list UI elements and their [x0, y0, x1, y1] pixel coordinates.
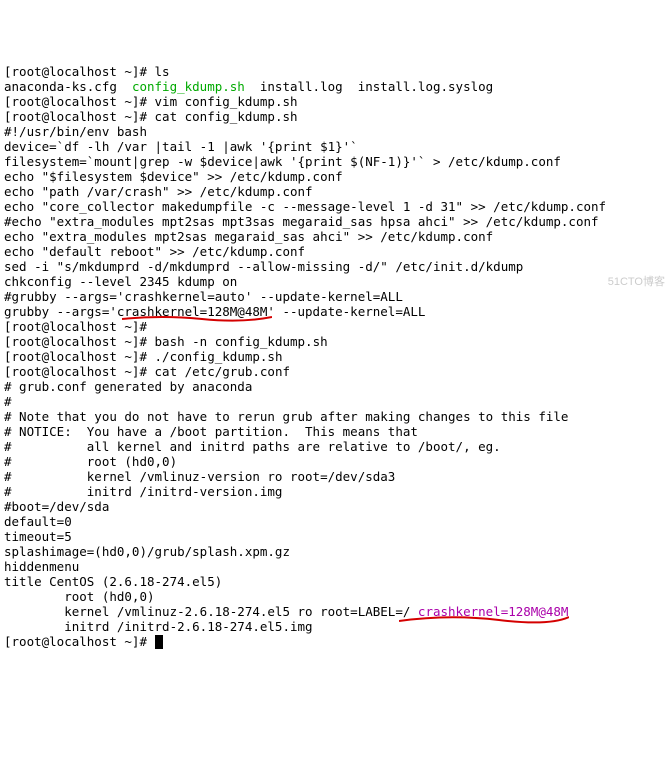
text-cursor — [155, 635, 163, 649]
command-text: cat config_kdump.sh — [155, 109, 298, 124]
ls-file: install.log install.log.syslog — [245, 79, 493, 94]
shell-prompt: [root@localhost ~]# — [4, 364, 147, 379]
grub-line: # root (hd0,0) — [4, 454, 667, 469]
grub-line: #boot=/dev/sda — [4, 499, 667, 514]
grub-line: # all kernel and initrd paths are relati… — [4, 439, 667, 454]
grub-line: # — [4, 394, 667, 409]
script-line: echo "$filesystem $device" >> /etc/kdump… — [4, 169, 667, 184]
grub-line: root (hd0,0) — [4, 589, 667, 604]
shell-prompt: [root@localhost ~]# — [4, 634, 147, 649]
script-line: #grubby --args='crashkernel=auto' --upda… — [4, 289, 667, 304]
grub-line: hiddenmenu — [4, 559, 667, 574]
script-line: sed -i "s/mkdumprd -d/mkdumprd --allow-m… — [4, 259, 667, 274]
script-line: filesystem=`mount|grep -w $device|awk '{… — [4, 154, 667, 169]
shell-prompt: [root@localhost ~]# — [4, 94, 147, 109]
script-line: echo "core_collector makedumpfile -c --m… — [4, 199, 667, 214]
command-text: vim config_kdump.sh — [155, 94, 298, 109]
script-line: grubby --args='crashkernel=128M@48M' --u… — [4, 304, 667, 319]
grub-line: # Note that you do not have to rerun gru… — [4, 409, 667, 424]
grub-line: # grub.conf generated by anaconda — [4, 379, 667, 394]
grub-line: default=0 — [4, 514, 667, 529]
grub-line: initrd /initrd-2.6.18-274.el5.img — [4, 619, 667, 634]
script-line: echo "path /var/crash" >> /etc/kdump.con… — [4, 184, 667, 199]
script-line: chkconfig --level 2345 kdump on — [4, 274, 667, 289]
grub-line: kernel /vmlinuz-2.6.18-274.el5 ro root=L… — [4, 604, 667, 619]
script-line: device=`df -lh /var |tail -1 |awk '{prin… — [4, 139, 667, 154]
script-line: echo "default reboot" >> /etc/kdump.conf — [4, 244, 667, 259]
shell-prompt: [root@localhost ~]# — [4, 349, 147, 364]
grub-line: title CentOS (2.6.18-274.el5) — [4, 574, 667, 589]
command-text: ./config_kdump.sh — [155, 349, 283, 364]
grub-line: timeout=5 — [4, 529, 667, 544]
command-text: ls — [155, 64, 170, 79]
grub-crashkernel-param: crashkernel=128M@48M — [418, 604, 569, 619]
ls-file: anaconda-ks.cfg — [4, 79, 132, 94]
shell-prompt: [root@localhost ~]# — [4, 319, 147, 334]
script-line: #!/usr/bin/env bash — [4, 124, 667, 139]
grub-line: # initrd /initrd-version.img — [4, 484, 667, 499]
shell-prompt: [root@localhost ~]# — [4, 109, 147, 124]
ls-file-executable: config_kdump.sh — [132, 79, 245, 94]
script-line: echo "extra_modules mpt2sas megaraid_sas… — [4, 229, 667, 244]
grub-line: splashimage=(hd0,0)/grub/splash.xpm.gz — [4, 544, 667, 559]
grub-line: # kernel /vmlinuz-version ro root=/dev/s… — [4, 469, 667, 484]
command-text: bash -n config_kdump.sh — [155, 334, 328, 349]
shell-prompt: [root@localhost ~]# — [4, 334, 147, 349]
terminal-output[interactable]: [root@localhost ~]# ls anaconda-ks.cfg co… — [4, 64, 667, 649]
command-text: cat /etc/grub.conf — [155, 364, 290, 379]
script-line: #echo "extra_modules mpt2sas mpt3sas meg… — [4, 214, 667, 229]
grub-line: # NOTICE: You have a /boot partition. Th… — [4, 424, 667, 439]
shell-prompt: [root@localhost ~]# — [4, 64, 147, 79]
